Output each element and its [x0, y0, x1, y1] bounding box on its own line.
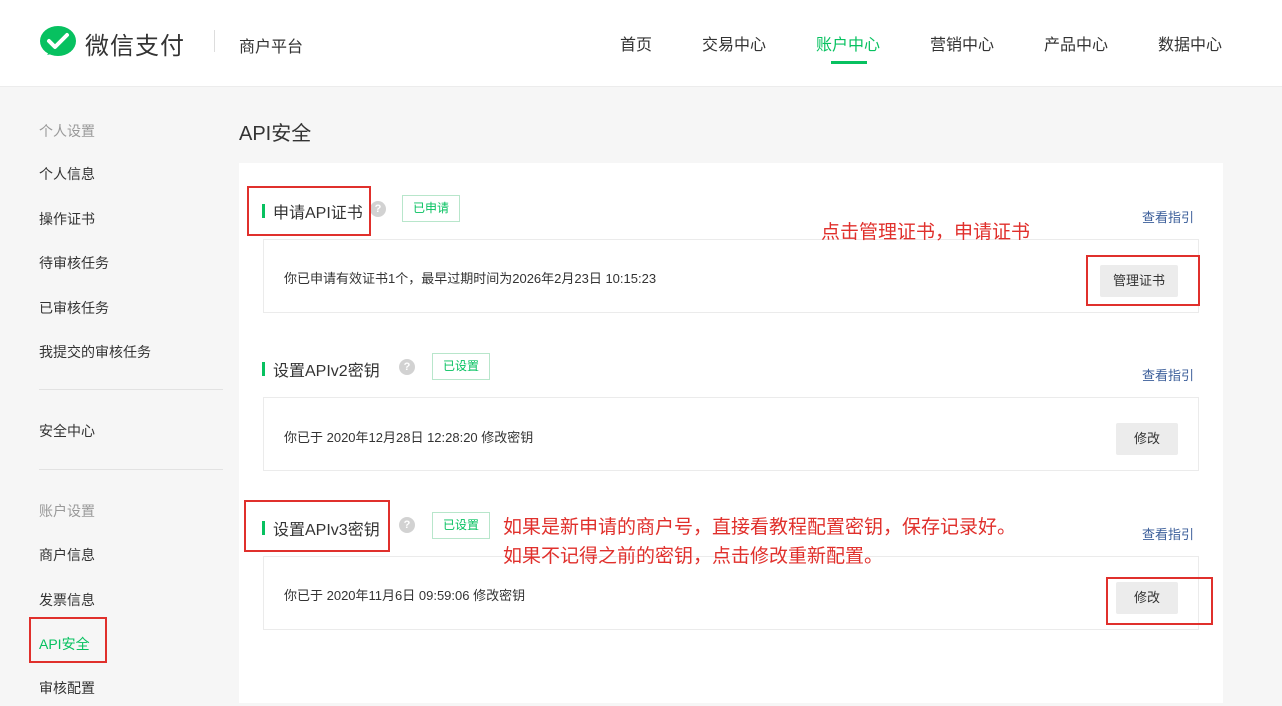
active-nav-indicator [831, 61, 867, 64]
sidebar-divider [39, 389, 223, 390]
sidebar-item-reviewed[interactable]: 已审核任务 [39, 298, 109, 318]
sidebar-item-review-config[interactable]: 审核配置 [39, 678, 95, 698]
sidebar-item-merchant-info[interactable]: 商户信息 [39, 545, 95, 565]
view-guide-link[interactable]: 查看指引 [1142, 207, 1194, 226]
question-mark-icon[interactable]: ? [399, 517, 415, 533]
apiv2-info-box: 你已于 2020年12月28日 12:28:20 修改密钥 修改 [263, 397, 1199, 471]
nav-trade-center[interactable]: 交易中心 [702, 31, 766, 55]
sidebar-item-invoice-info[interactable]: 发票信息 [39, 590, 95, 610]
apiv2-info-text: 你已于 2020年12月28日 12:28:20 修改密钥 [284, 430, 534, 445]
question-mark-icon[interactable]: ? [370, 201, 386, 217]
highlight-box-api-cert [247, 186, 371, 236]
top-header: 微信支付 商户平台 首页 交易中心 账户中心 营销中心 产品中心 数据中心 [0, 0, 1282, 87]
sidebar-item-pending-review[interactable]: 待审核任务 [39, 253, 109, 273]
logo-divider [214, 30, 215, 52]
annotation-manage-cert: 点击管理证书，申请证书 [821, 222, 1031, 243]
highlight-box-apiv3-key [244, 500, 390, 552]
view-guide-link[interactable]: 查看指引 [1142, 365, 1194, 384]
cert-info-text: 你已申请有效证书1个，最早过期时间为2026年2月23日 10:15:23 [284, 271, 657, 286]
sidebar-divider [39, 469, 223, 470]
nav-data-center[interactable]: 数据中心 [1158, 31, 1222, 55]
section-title-apiv2-key: 设置APIv2密钥 [262, 357, 380, 381]
highlight-box-modify-apiv3 [1106, 577, 1213, 625]
sidebar-item-my-submitted[interactable]: 我提交的审核任务 [39, 342, 151, 362]
modify-apiv2-button[interactable]: 修改 [1116, 423, 1178, 455]
nav-marketing-center[interactable]: 营销中心 [930, 31, 994, 55]
annotation-apiv3-line2: 如果不记得之前的密钥，点击修改重新配置。 [503, 546, 884, 567]
nav-product-center[interactable]: 产品中心 [1044, 31, 1108, 55]
cert-info-box: 你已申请有效证书1个，最早过期时间为2026年2月23日 10:15:23 管理… [263, 239, 1199, 313]
sidebar: 个人设置 个人信息 操作证书 待审核任务 已审核任务 我提交的审核任务 安全中心… [0, 88, 230, 706]
section-title-text: 设置APIv2密钥 [273, 363, 380, 380]
highlight-box-api-security [29, 617, 107, 663]
highlight-box-manage-cert [1086, 255, 1200, 306]
status-badge: 已设置 [432, 512, 491, 539]
sidebar-item-operation-cert[interactable]: 操作证书 [39, 209, 95, 229]
apiv3-info-text: 你已于 2020年11月6日 09:59:06 修改密钥 [284, 588, 526, 603]
sidebar-group-account: 账户设置 [39, 503, 95, 519]
nav-home[interactable]: 首页 [620, 31, 652, 55]
logo[interactable]: 微信支付 [39, 25, 185, 61]
page-title: API安全 [239, 123, 312, 145]
sidebar-item-security-center[interactable]: 安全中心 [39, 421, 95, 441]
annotation-apiv3-line1: 如果是新申请的商户号，直接看教程配置密钥，保存记录好。 [503, 517, 1017, 538]
status-badge: 已申请 [402, 195, 461, 222]
question-mark-icon[interactable]: ? [399, 359, 415, 375]
section-marker [262, 362, 265, 376]
brand-name: 微信支付 [85, 32, 185, 60]
sidebar-item-personal-info[interactable]: 个人信息 [39, 164, 95, 184]
nav-account-center[interactable]: 账户中心 [816, 31, 880, 55]
platform-name: 商户平台 [239, 39, 304, 56]
wechat-pay-logo-icon [40, 26, 76, 56]
status-badge: 已设置 [432, 353, 491, 380]
sidebar-group-personal: 个人设置 [39, 123, 95, 139]
view-guide-link[interactable]: 查看指引 [1142, 524, 1194, 543]
